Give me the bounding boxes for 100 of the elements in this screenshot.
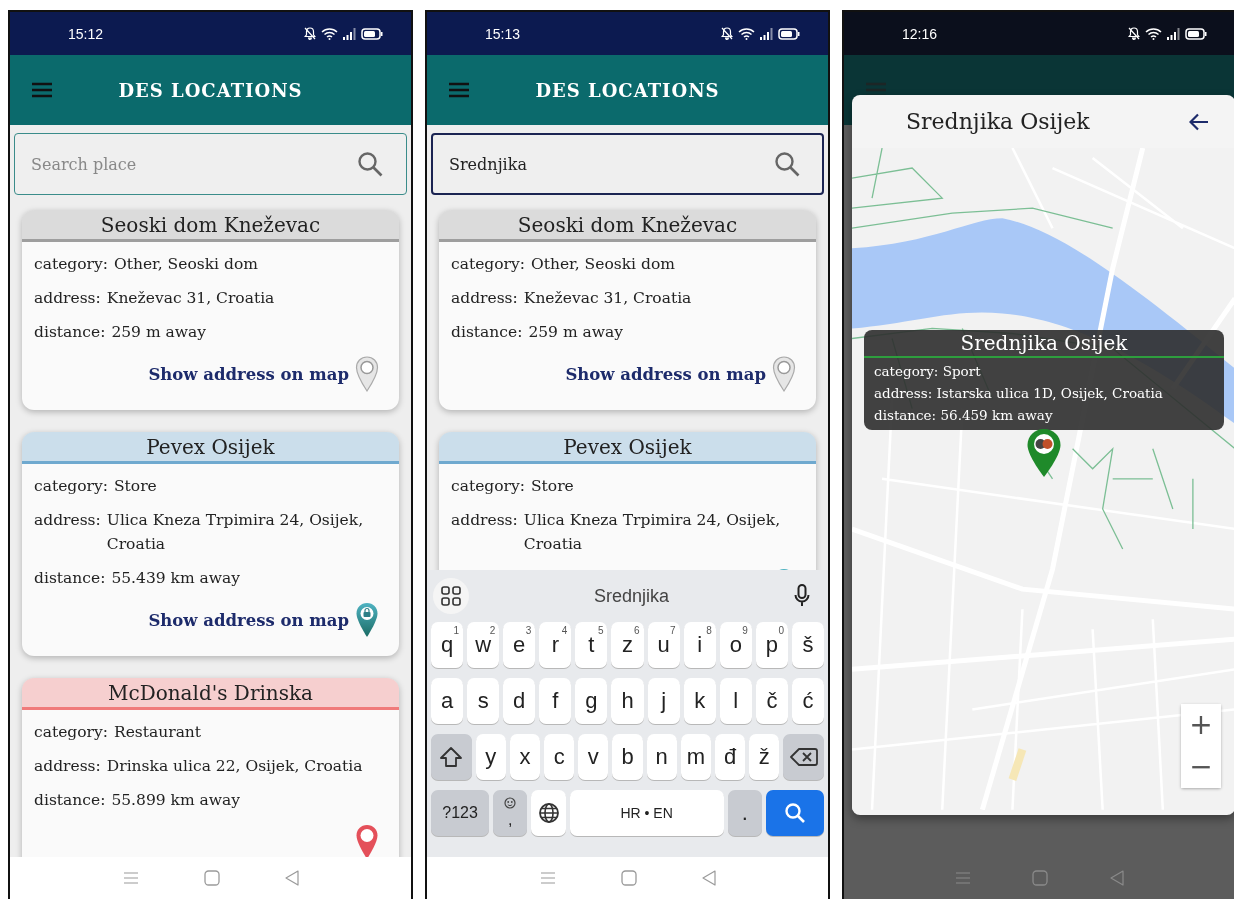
- show-on-map-link[interactable]: Show address on map: [148, 364, 349, 384]
- keyboard-key[interactable]: o $^{9}$: [719, 622, 752, 668]
- apps-grid-button[interactable]: [433, 578, 469, 614]
- keyboard-key[interactable]: i $^{8}$: [683, 622, 716, 668]
- keyboard-key[interactable]: w $^{2}$: [467, 622, 500, 668]
- keyboard-key[interactable]: s: [467, 678, 500, 724]
- keyboard-key[interactable]: b: [612, 734, 643, 780]
- map-pin-icon[interactable]: [355, 602, 379, 638]
- place-title: McDonald's Drinska: [107, 680, 314, 705]
- mute-bell-icon: [721, 27, 733, 40]
- app-title: DES LOCATIONS: [118, 79, 303, 101]
- place-title: Seoski dom Kneževac: [100, 212, 321, 237]
- period-key[interactable]: .: [727, 790, 762, 836]
- place-detail: category: Restaurant: [34, 722, 203, 743]
- keyboard-key[interactable]: r $^{4}$: [539, 622, 572, 668]
- keyboard-key[interactable]: j: [647, 678, 680, 724]
- info-detail: address: Istarska ulica 1D, Osijek, Croatia: [873, 384, 1164, 403]
- signal-icon: [760, 27, 773, 40]
- info-detail: distance: 56.459 km away: [873, 406, 1054, 425]
- keyboard-key[interactable]: k: [683, 678, 716, 724]
- keyboard-key[interactable]: c: [544, 734, 575, 780]
- microphone-icon[interactable]: [794, 584, 810, 608]
- dialog-title: Srednjika Osijek: [906, 109, 1090, 134]
- search-icon[interactable]: [783, 802, 806, 824]
- keyboard-key[interactable]: y: [475, 734, 506, 780]
- keyboard-key[interactable]: h: [611, 678, 644, 724]
- search-icon[interactable]: [774, 151, 800, 177]
- keyboard-key[interactable]: f: [539, 678, 572, 724]
- signal-icon: [343, 27, 356, 40]
- symbols-key[interactable]: ?123: [431, 790, 490, 836]
- place-detail: distance: 259 m away: [34, 322, 208, 343]
- keyboard-key[interactable]: ž: [749, 734, 780, 780]
- keyboard-key[interactable]: m: [680, 734, 711, 780]
- keyboard-key[interactable]: č: [755, 678, 788, 724]
- search-field[interactable]: Search place: [14, 133, 407, 195]
- status-time: 12:16: [902, 25, 938, 42]
- backspace-key[interactable]: [783, 734, 824, 780]
- keyboard-key[interactable]: q $^{1}$: [431, 622, 464, 668]
- keyboard-key[interactable]: z $^{6}$: [611, 622, 644, 668]
- place-detail: address: Ulica Kneza Trpimira 24, Osijek, Croatia: [451, 510, 782, 555]
- place-detail: address: Drinska ulica 22, Osijek, Croatia: [34, 756, 364, 777]
- mute-bell-icon: [1128, 27, 1140, 40]
- keyboard-key[interactable]: l: [719, 678, 752, 724]
- search-field[interactable]: Srednjika: [431, 133, 824, 195]
- info-title: Srednjika Osijek: [959, 330, 1129, 356]
- map-pin-icon[interactable]: [355, 356, 379, 392]
- place-detail: address: Ulica Kneza Trpimira 24, Osijek, Croatia: [34, 510, 365, 555]
- keyboard-key[interactable]: p $^{0}$: [755, 622, 788, 668]
- backspace-icon[interactable]: [789, 747, 818, 767]
- keyboard-key[interactable]: đ: [714, 734, 746, 780]
- zoom-out-button[interactable]: −: [1181, 745, 1221, 788]
- comma-key[interactable]: ,: [493, 790, 528, 836]
- place-detail: category: Other, Seoski dom: [34, 254, 259, 275]
- home-icon[interactable]: [620, 870, 637, 886]
- back-icon[interactable]: [701, 870, 716, 886]
- zoom-in-button[interactable]: +: [1181, 703, 1221, 746]
- keyboard-key[interactable]: d: [503, 678, 536, 724]
- keyboard-key[interactable]: n: [646, 734, 677, 780]
- place-title: Pevex Osijek: [563, 434, 692, 459]
- battery-icon: [361, 27, 383, 40]
- signal-icon: [1167, 27, 1180, 40]
- search-key[interactable]: [765, 790, 824, 836]
- language-key[interactable]: [531, 790, 566, 836]
- place-detail: address: Kneževac 31, Croatia: [34, 288, 276, 309]
- keyboard-key[interactable]: x: [509, 734, 541, 780]
- battery-icon: [778, 27, 800, 40]
- shift-arrow-icon[interactable]: [439, 746, 464, 768]
- search-icon[interactable]: [357, 151, 383, 177]
- place-detail: category: Store: [34, 476, 158, 497]
- place-detail: address: Kneževac 31, Croatia: [451, 288, 693, 309]
- info-detail: category: Sport: [873, 362, 982, 381]
- keyboard-key[interactable]: g: [575, 678, 608, 724]
- show-on-map-link[interactable]: Show address on map: [565, 364, 766, 384]
- back-arrow-icon[interactable]: [1189, 112, 1209, 131]
- keyboard-key[interactable]: t $^{5}$: [575, 622, 608, 668]
- map-marker-icon[interactable]: [1026, 428, 1062, 478]
- smiley-icon[interactable]: [504, 797, 517, 809]
- space-key[interactable]: HR • EN: [569, 790, 724, 836]
- globe-icon[interactable]: [537, 802, 560, 824]
- grid-icon[interactable]: [441, 586, 461, 606]
- home-icon[interactable]: [203, 870, 220, 886]
- keyboard-key[interactable]: ć: [791, 678, 825, 724]
- wifi-icon: [1145, 27, 1162, 40]
- map-pin-icon[interactable]: [355, 824, 379, 857]
- keyboard-key[interactable]: u $^{7}$: [647, 622, 680, 668]
- keyboard-key[interactable]: e $^{3}$: [503, 622, 536, 668]
- shift-key[interactable]: [431, 734, 472, 780]
- wifi-icon: [738, 27, 755, 40]
- back-icon[interactable]: [284, 870, 299, 886]
- keyboard-key[interactable]: a: [431, 678, 464, 724]
- map-pin-icon[interactable]: [772, 356, 796, 392]
- wifi-icon: [321, 27, 338, 40]
- keyboard-key[interactable]: v: [578, 734, 609, 780]
- keyboard-key[interactable]: š: [791, 622, 825, 668]
- word-suggestion[interactable]: Srednjika: [593, 585, 669, 607]
- app-title: DES LOCATIONS: [535, 79, 720, 101]
- place-detail: distance: 55.439 km away: [34, 568, 242, 589]
- show-on-map-link[interactable]: Show address on map: [148, 610, 349, 630]
- status-time: 15:12: [68, 25, 104, 42]
- battery-icon: [1185, 27, 1207, 40]
